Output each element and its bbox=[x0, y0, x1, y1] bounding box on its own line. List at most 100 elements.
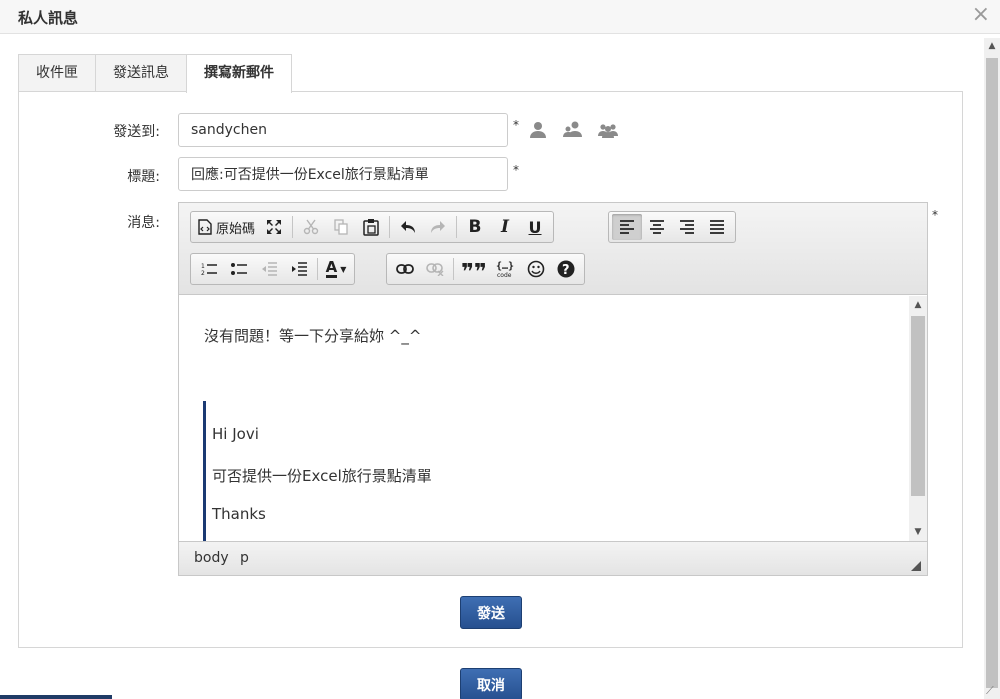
code-icon: {…}code bbox=[496, 261, 514, 278]
toolbar-group-insert: ❞❞ {…} code ? bbox=[386, 253, 585, 285]
align-center-button[interactable] bbox=[642, 214, 672, 240]
bullet-list-button[interactable] bbox=[224, 256, 254, 282]
toolbar-separator bbox=[456, 216, 458, 238]
align-justify-button[interactable] bbox=[702, 214, 732, 240]
unlink-button[interactable] bbox=[420, 256, 450, 282]
close-icon[interactable]: × bbox=[972, 2, 990, 28]
blockquote-button[interactable]: ❞❞ bbox=[457, 256, 491, 285]
editor-scrollbar[interactable]: ▲ ▼ bbox=[909, 296, 927, 541]
outdent-icon bbox=[262, 262, 277, 276]
underline-button[interactable]: U bbox=[520, 214, 550, 240]
toolbar-group-lists: 12 A ▼ bbox=[190, 253, 355, 285]
align-right-icon bbox=[680, 220, 694, 234]
chevron-down-icon: ▼ bbox=[340, 264, 347, 274]
scroll-down-icon[interactable]: ▼ bbox=[909, 523, 927, 541]
outdent-button[interactable] bbox=[254, 256, 284, 282]
required-mark: * bbox=[513, 118, 519, 132]
single-user-icon[interactable] bbox=[528, 120, 548, 140]
users-group-icon[interactable] bbox=[598, 120, 618, 140]
tab-compose[interactable]: 撰寫新郵件 bbox=[186, 54, 292, 93]
source-button[interactable]: 原始碼 bbox=[194, 214, 259, 240]
toolbar-group-align bbox=[608, 211, 736, 243]
scroll-thumb[interactable] bbox=[986, 58, 998, 688]
recipient-input[interactable] bbox=[178, 113, 508, 147]
message-label: 消息: bbox=[127, 215, 160, 231]
copy-button[interactable] bbox=[326, 214, 356, 240]
footer-accent bbox=[0, 695, 112, 699]
to-label: 發送到: bbox=[113, 124, 160, 140]
cancel-button[interactable]: 取消 bbox=[460, 668, 522, 699]
svg-text:2: 2 bbox=[201, 270, 205, 276]
resize-grip-icon[interactable]: ⟋ bbox=[986, 685, 998, 697]
indent-button[interactable] bbox=[284, 256, 314, 282]
help-icon: ? bbox=[557, 260, 575, 278]
link-button[interactable] bbox=[390, 256, 420, 282]
editor-statusbar: body p bbox=[179, 541, 927, 575]
editor-toolbar: 原始碼 B I U 1 2 A ▼ ❞❞ {…} code ? bbox=[179, 203, 927, 295]
tab-sent[interactable]: 發送訊息 bbox=[95, 54, 187, 92]
emoji-button[interactable] bbox=[521, 256, 551, 282]
undo-icon bbox=[401, 221, 416, 233]
toolbar-separator bbox=[292, 216, 294, 238]
dialog-titlebar: 私人訊息 × bbox=[0, 0, 1000, 34]
send-button[interactable]: 發送 bbox=[460, 596, 522, 629]
page-scrollbar[interactable]: ▲ ⟋ bbox=[984, 38, 1000, 699]
dialog-title: 私人訊息 bbox=[18, 9, 79, 27]
scroll-up-icon[interactable]: ▲ bbox=[909, 296, 927, 314]
editor-content[interactable]: 沒有問題！等一下分享給妳 ^_^ Hi Jovi 可否提供一份Excel旅行景點… bbox=[179, 296, 909, 541]
cut-button[interactable] bbox=[296, 214, 326, 240]
quote-line: Hi Jovi bbox=[212, 425, 259, 443]
toolbar-separator bbox=[317, 258, 318, 280]
code-button[interactable]: {…} code bbox=[491, 256, 521, 282]
required-mark: * bbox=[513, 163, 519, 177]
subject-input[interactable] bbox=[178, 157, 508, 191]
required-mark: * bbox=[932, 208, 938, 222]
rich-text-editor: 原始碼 B I U 1 2 A ▼ ❞❞ {…} code ? 沒有問題！等一下… bbox=[178, 202, 928, 576]
quote-icon: ❞❞ bbox=[461, 260, 487, 285]
indent-icon bbox=[292, 262, 307, 276]
redo-icon bbox=[431, 221, 446, 233]
scroll-thumb[interactable] bbox=[911, 316, 925, 496]
paste-icon bbox=[363, 219, 379, 236]
bold-button[interactable]: B bbox=[460, 214, 490, 240]
svg-text:code: code bbox=[497, 272, 512, 278]
align-left-button[interactable] bbox=[612, 214, 642, 240]
smiley-icon bbox=[527, 260, 545, 278]
paste-button[interactable] bbox=[356, 214, 386, 240]
italic-button[interactable]: I bbox=[490, 214, 520, 240]
svg-text:{…}: {…} bbox=[496, 261, 514, 272]
copy-icon bbox=[334, 219, 348, 235]
quote-line: Thanks bbox=[212, 505, 266, 523]
svg-text:1: 1 bbox=[201, 263, 205, 270]
font-color-label: A bbox=[325, 258, 338, 278]
toolbar-separator bbox=[389, 216, 391, 238]
user-group-icon[interactable] bbox=[563, 120, 583, 140]
reply-text: 沒有問題！等一下分享給妳 ^_^ bbox=[204, 327, 422, 345]
font-color-button[interactable]: A ▼ bbox=[321, 256, 351, 282]
numbered-list-button[interactable]: 12 bbox=[194, 256, 224, 282]
scissors-icon bbox=[303, 219, 319, 235]
numbered-list-icon: 12 bbox=[201, 263, 217, 276]
scroll-up-icon[interactable]: ▲ bbox=[984, 38, 1000, 54]
align-left-icon bbox=[620, 220, 634, 234]
resize-grip-icon[interactable] bbox=[911, 561, 921, 571]
quoted-message: Hi Jovi 可否提供一份Excel旅行景點清單 Thanks bbox=[203, 401, 703, 541]
align-right-button[interactable] bbox=[672, 214, 702, 240]
tab-inbox[interactable]: 收件匣 bbox=[18, 54, 96, 92]
subject-label: 標題: bbox=[127, 169, 160, 185]
undo-button[interactable] bbox=[393, 214, 423, 240]
unlink-icon bbox=[426, 263, 444, 276]
align-center-icon bbox=[650, 220, 664, 234]
redo-button[interactable] bbox=[423, 214, 453, 240]
align-justify-icon bbox=[710, 220, 724, 234]
quote-line: 可否提供一份Excel旅行景點清單 bbox=[212, 467, 432, 485]
path-p[interactable]: p bbox=[240, 550, 249, 566]
path-body[interactable]: body bbox=[194, 550, 229, 566]
fullscreen-button[interactable] bbox=[259, 214, 289, 240]
source-label: 原始碼 bbox=[216, 221, 256, 237]
toolbar-separator bbox=[453, 258, 454, 280]
link-icon bbox=[396, 264, 414, 274]
help-button[interactable]: ? bbox=[551, 256, 581, 282]
toolbar-group-edit: 原始碼 B I U bbox=[190, 211, 555, 243]
bullet-list-icon bbox=[231, 263, 247, 275]
